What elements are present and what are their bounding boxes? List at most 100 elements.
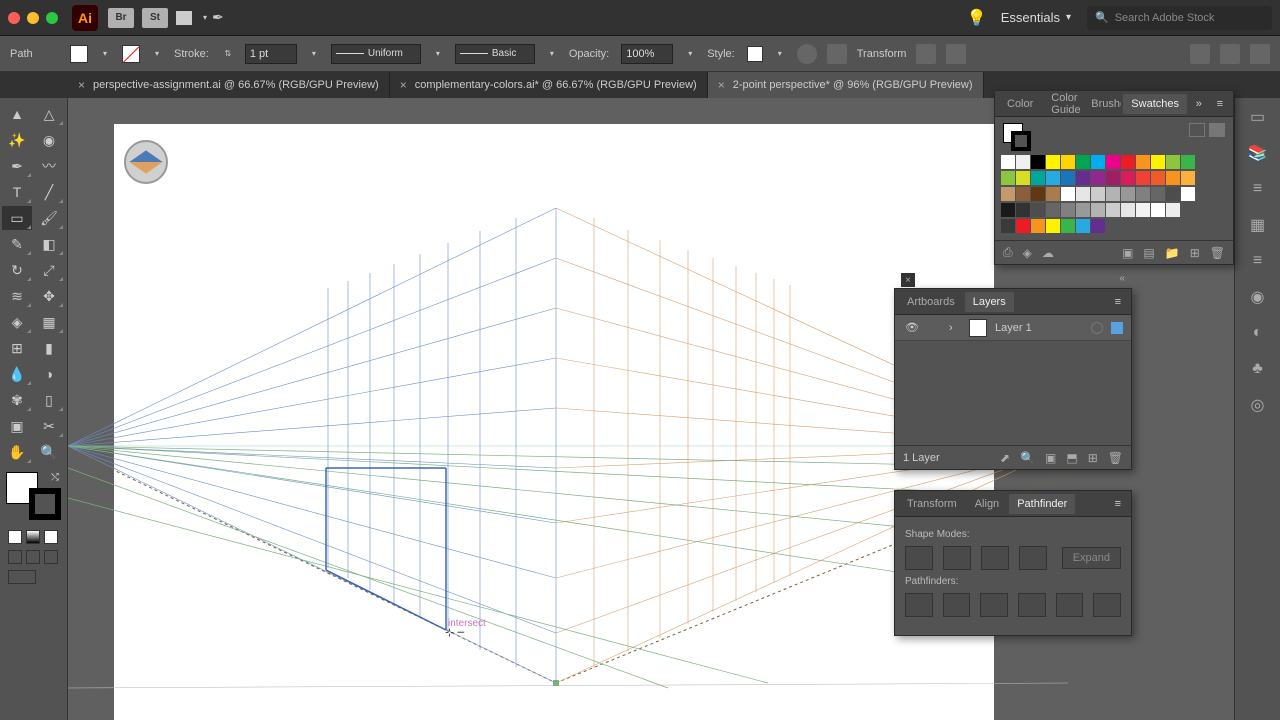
swatch[interactable] (1061, 171, 1075, 185)
panel-menu-icon[interactable]: ≡ (1109, 498, 1127, 510)
swatch[interactable] (1001, 203, 1015, 217)
swatch[interactable] (1106, 203, 1120, 217)
gradient-panel-icon[interactable]: ▦ (1247, 214, 1269, 236)
recolor-icon[interactable] (797, 44, 817, 64)
swatch[interactable] (1061, 203, 1075, 217)
close-icon[interactable]: × (78, 78, 85, 92)
profile-dd[interactable]: ▾ (431, 47, 445, 61)
swatch[interactable] (1076, 187, 1090, 201)
swatch[interactable] (1181, 187, 1195, 201)
transparency-icon[interactable]: ≡ (1247, 250, 1269, 272)
swatch[interactable] (1016, 171, 1030, 185)
swatch[interactable] (1016, 203, 1030, 217)
eyedropper-tool[interactable]: 💧 (2, 362, 32, 386)
new-icon[interactable]: ⊞ (1190, 246, 1200, 260)
swatch[interactable] (1091, 187, 1105, 201)
swatch[interactable] (1181, 171, 1195, 185)
swatch[interactable] (1121, 171, 1135, 185)
gpu-preview-icon[interactable]: ✒ (212, 9, 224, 26)
tab-align[interactable]: Align (967, 494, 1007, 514)
swatch[interactable] (1136, 187, 1150, 201)
align-pixel-icon[interactable] (1220, 44, 1240, 64)
swatch[interactable] (1076, 219, 1090, 233)
draw-inside[interactable] (44, 550, 58, 564)
color-mode[interactable] (8, 530, 22, 544)
swatch[interactable] (1061, 187, 1075, 201)
eraser-tool[interactable]: ◧ (34, 232, 64, 256)
tab-transform[interactable]: Transform (899, 494, 965, 514)
layer-row[interactable]: 👁 › Layer 1 (895, 315, 1131, 341)
outline-button[interactable] (1056, 593, 1084, 617)
rotate-tool[interactable]: ↻ (2, 258, 32, 282)
tab-artboards[interactable]: Artboards (899, 292, 963, 312)
snap-pixel-icon[interactable] (1190, 44, 1210, 64)
swatch[interactable] (1151, 171, 1165, 185)
blend-tool[interactable]: ◑ (34, 362, 64, 386)
minimize-window[interactable] (27, 12, 39, 24)
layer-name[interactable]: Layer 1 (995, 322, 1083, 334)
swatch[interactable] (1091, 155, 1105, 169)
lasso-tool[interactable]: ◉ (34, 128, 64, 152)
fill-stroke-controls[interactable]: ⤭ (2, 472, 65, 520)
minus-back-button[interactable] (1093, 593, 1121, 617)
swatch[interactable] (1076, 171, 1090, 185)
screen-mode[interactable] (8, 570, 36, 584)
free-transform-tool[interactable]: ✥ (34, 284, 64, 308)
swatch[interactable] (1151, 203, 1165, 217)
direct-selection-tool[interactable]: △ (34, 102, 64, 126)
perspective-grid-tool[interactable]: ▦ (34, 310, 64, 334)
style-swatch[interactable] (747, 46, 763, 62)
close-window[interactable] (8, 12, 20, 24)
swatch[interactable] (1121, 155, 1135, 169)
swatch[interactable] (1046, 219, 1060, 233)
swatch[interactable] (1121, 203, 1135, 217)
divide-button[interactable] (905, 593, 933, 617)
stroke-swatch[interactable] (122, 45, 140, 63)
swatch[interactable] (1076, 203, 1090, 217)
new-swatch-icon[interactable]: ▤ (1143, 246, 1154, 260)
expand-icon[interactable]: › (949, 322, 961, 334)
panel-collapse-icon[interactable]: « (1119, 273, 1125, 284)
swatch[interactable] (1106, 171, 1120, 185)
arrange-dropdown-icon[interactable]: ▾ (198, 11, 212, 25)
pen-tool[interactable]: ✒ (2, 154, 32, 178)
opacity-input[interactable]: 100% (621, 44, 673, 64)
swatch[interactable] (1106, 155, 1120, 169)
swatch[interactable] (1046, 187, 1060, 201)
hand-tool[interactable]: ✋ (2, 440, 32, 464)
symbols-icon[interactable]: ♣ (1247, 358, 1269, 380)
symbol-sprayer-tool[interactable]: ✾ (2, 388, 32, 412)
swatch[interactable] (1136, 155, 1150, 169)
magic-wand-tool[interactable]: ✨ (2, 128, 32, 152)
clip-mask-icon[interactable]: ▣ (1045, 451, 1056, 465)
stock-search-input[interactable]: 🔍 Search Adobe Stock (1087, 6, 1272, 30)
align-icon[interactable] (827, 44, 847, 64)
target-icon[interactable] (1091, 322, 1103, 334)
search-layer-icon[interactable]: 🔍 (1020, 451, 1035, 465)
curvature-tool[interactable]: 〰 (34, 154, 64, 178)
learn-icon[interactable]: 💡 (967, 8, 987, 28)
swatch[interactable] (1166, 203, 1180, 217)
grid-view-icon[interactable] (1209, 123, 1225, 137)
swatch-options-icon[interactable]: ☁ (1042, 246, 1054, 260)
stroke-weight-dd[interactable]: ▾ (307, 47, 321, 61)
brush-dd[interactable]: ▾ (545, 47, 559, 61)
swatch[interactable] (1046, 155, 1060, 169)
column-graph-tool[interactable]: ▯ (34, 388, 64, 412)
swatch[interactable] (1031, 171, 1045, 185)
folder-icon[interactable]: 📁 (1165, 246, 1180, 260)
libraries-icon[interactable]: 📚 (1247, 142, 1269, 164)
stroke-stepper-icon[interactable]: ⇅ (221, 47, 235, 61)
selection-tool[interactable]: ▲ (2, 102, 32, 126)
swatch[interactable] (1001, 155, 1015, 169)
line-tool[interactable]: ╱ (34, 180, 64, 204)
panel-close-icon[interactable]: × (901, 273, 915, 287)
doc-tab-1[interactable]: ×complementary-colors.ai* @ 66.67% (RGB/… (390, 72, 708, 98)
swatch[interactable] (1016, 155, 1030, 169)
swatch[interactable] (1046, 203, 1060, 217)
stock-button[interactable]: St (142, 8, 168, 28)
stroke-panel-icon[interactable]: ≡ (1247, 178, 1269, 200)
swatch-kind-icon[interactable]: ◈ (1023, 246, 1032, 260)
doc-tab-2[interactable]: ×2-point perspective* @ 96% (RGB/GPU Pre… (708, 72, 984, 98)
profile-combo[interactable]: Uniform (331, 44, 421, 64)
